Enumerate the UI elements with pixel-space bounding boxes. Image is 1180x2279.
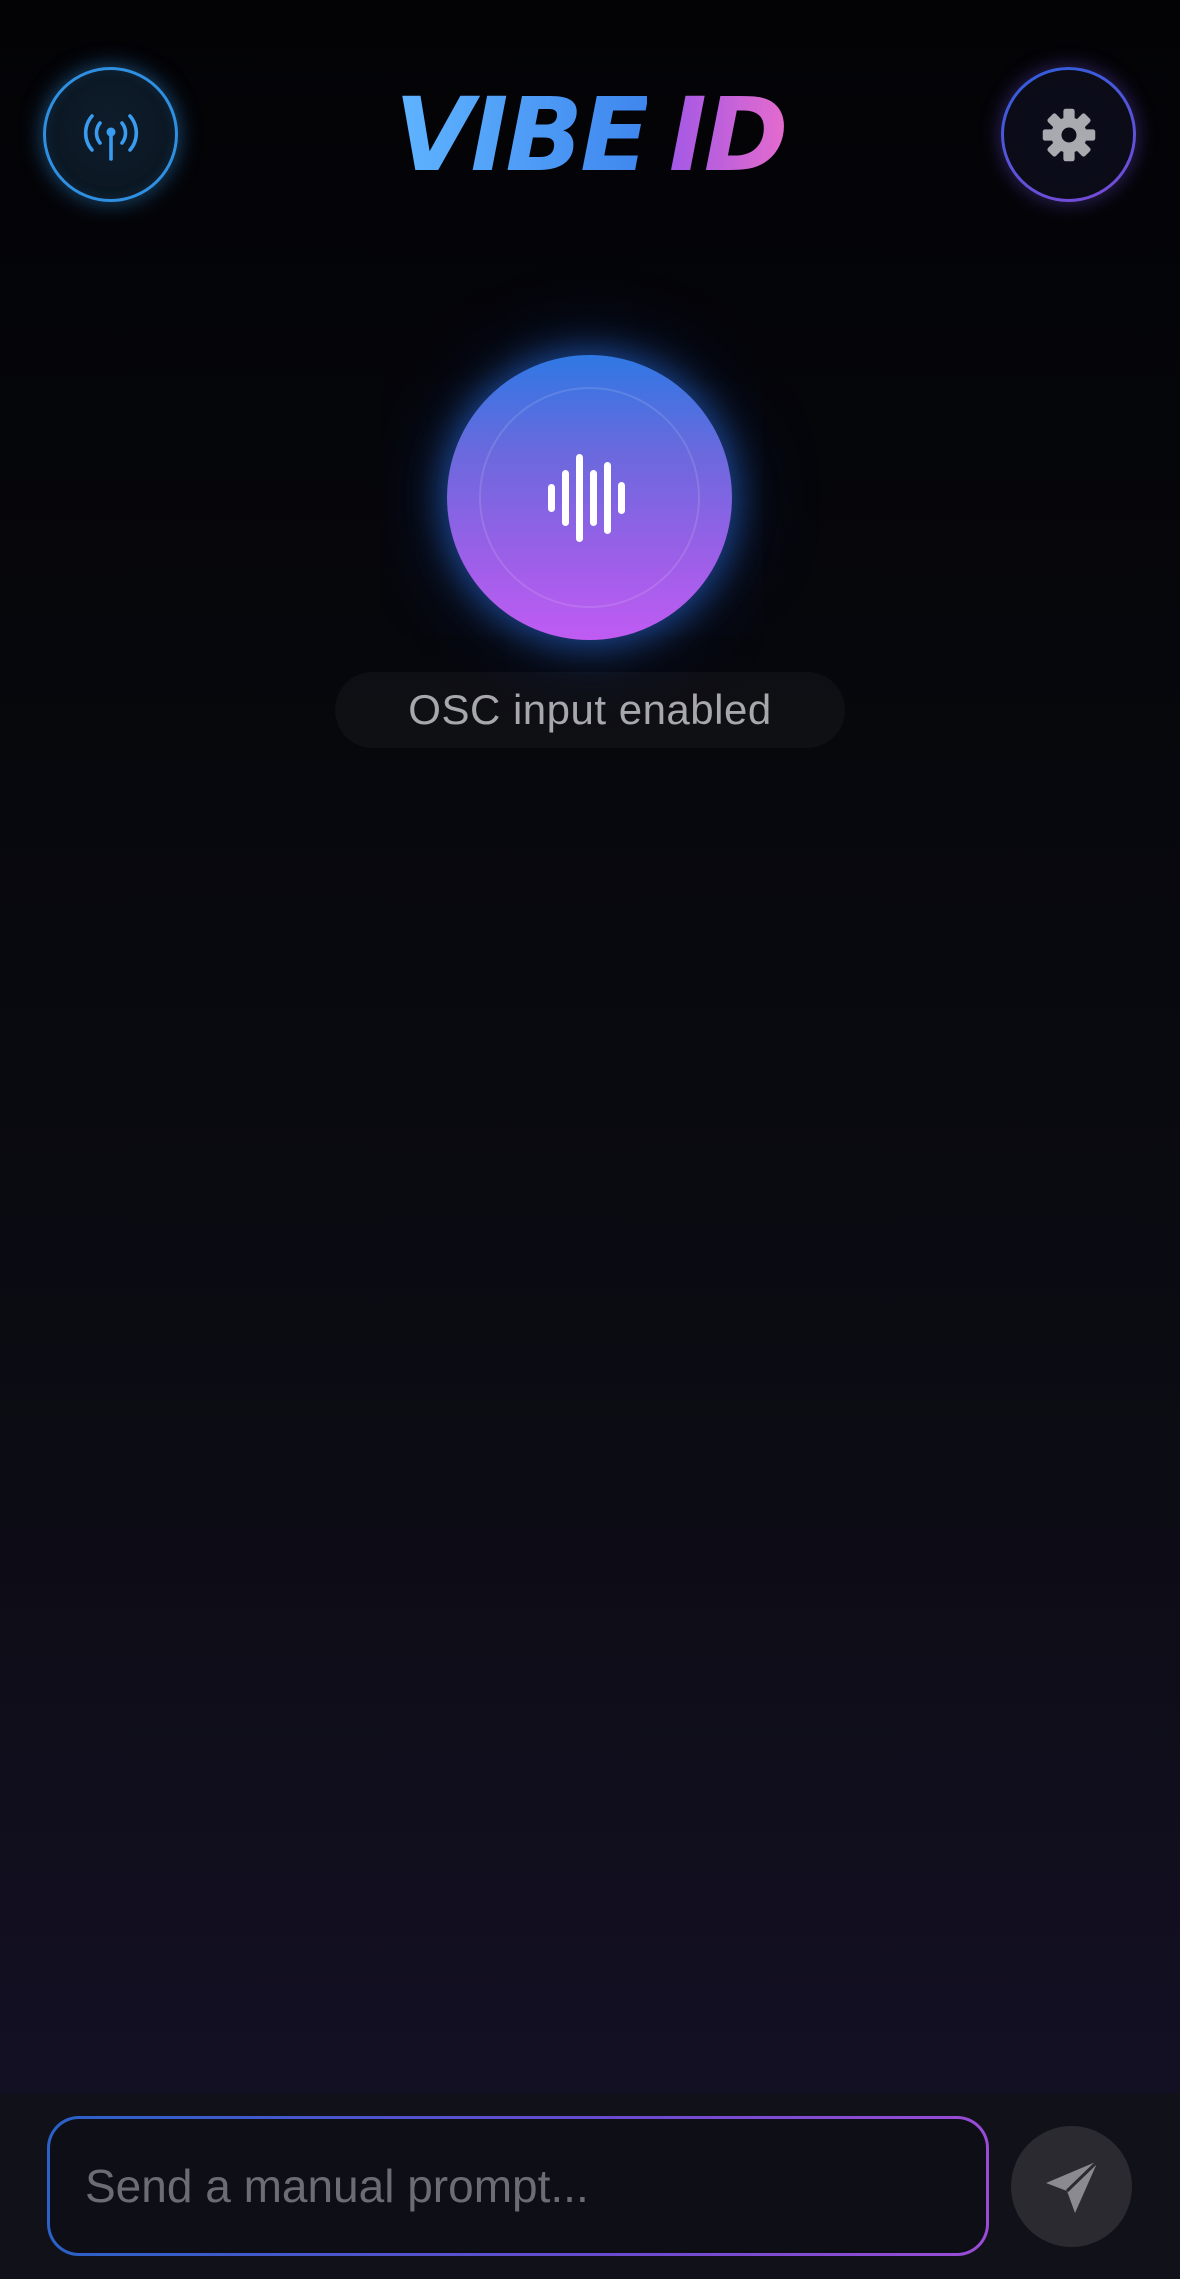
prompt-input[interactable] [50, 2119, 986, 2253]
voice-orb-button[interactable] [447, 355, 732, 640]
status-badge: OSC input enabled [335, 672, 845, 748]
send-button[interactable] [1011, 2126, 1132, 2247]
status-text: OSC input enabled [408, 686, 772, 733]
settings-button[interactable] [1001, 67, 1136, 202]
orb-inner-ring [479, 387, 700, 608]
logo-text-vibe: VIBE [394, 75, 650, 195]
paper-plane-icon [1045, 2159, 1099, 2213]
prompt-input-wrapper [47, 2116, 989, 2256]
app-root: VIBE ID OSC input enabled Send a manual … [0, 0, 1180, 2279]
logo-text-id: ID [668, 75, 789, 195]
gear-icon [1042, 108, 1095, 161]
